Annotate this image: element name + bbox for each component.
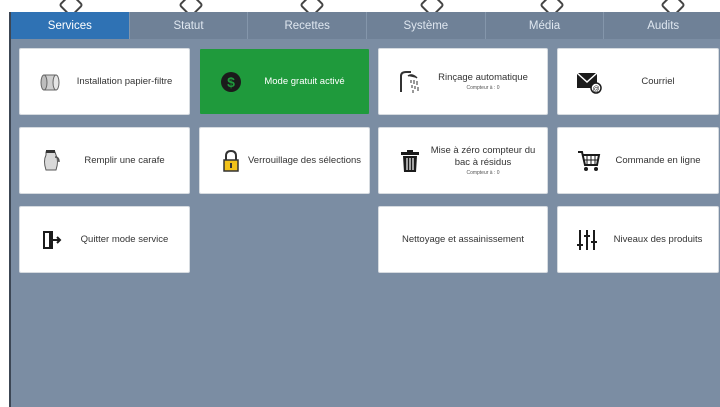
nettoyage-button[interactable]: Nettoyage et assainissement bbox=[379, 207, 547, 272]
tile-label: Nettoyage et assainissement bbox=[402, 233, 524, 245]
tab-media[interactable]: Média bbox=[485, 12, 605, 39]
carafe-icon bbox=[34, 149, 68, 173]
tab-services[interactable]: Services bbox=[11, 12, 130, 39]
verrouillage-button[interactable]: Verrouillage des sélections bbox=[200, 128, 369, 193]
commande-button[interactable]: Commande en ligne bbox=[558, 128, 718, 193]
remplir-carafe-button[interactable]: Remplir une carafe bbox=[20, 128, 189, 193]
device-bezel bbox=[0, 0, 720, 18]
shower-icon bbox=[393, 70, 427, 94]
tab-recettes[interactable]: Recettes bbox=[248, 12, 368, 39]
svg-text:@: @ bbox=[592, 86, 599, 93]
dollar-coin-icon: $ bbox=[214, 71, 248, 93]
counter-text: Compteur à : 0 bbox=[466, 169, 500, 176]
shopping-cart-icon bbox=[572, 150, 606, 172]
tile-label: Remplir une carafe bbox=[84, 154, 165, 166]
tile-label: Installation papier-filtre bbox=[76, 75, 173, 87]
tile-label: Rinçage automatique Compteur à : 0 bbox=[427, 72, 547, 92]
tab-audits[interactable]: Audits bbox=[604, 12, 720, 39]
trash-bin-icon bbox=[393, 149, 427, 173]
exit-door-icon bbox=[34, 229, 68, 251]
tile-label-main: Mise à zéro compteur du bac à résidus bbox=[430, 144, 536, 168]
remise-zero-button[interactable]: Mise à zéro compteur du bac à résidus Co… bbox=[379, 128, 547, 193]
rincage-button[interactable]: Rinçage automatique Compteur à : 0 bbox=[379, 49, 547, 114]
mode-gratuit-button[interactable]: $ Mode gratuit activé bbox=[200, 49, 369, 114]
tile-label: Mode gratuit activé bbox=[264, 75, 345, 87]
tile-label: Mise à zéro compteur du bac à résidus Co… bbox=[427, 145, 547, 177]
tile-label: Niveaux des produits bbox=[613, 233, 703, 245]
installation-filtre-button[interactable]: Installation papier-filtre bbox=[20, 49, 189, 114]
paper-roll-icon bbox=[34, 72, 68, 92]
tab-systeme[interactable]: Système bbox=[367, 12, 486, 39]
courriel-button[interactable]: @ Courriel bbox=[558, 49, 718, 114]
tab-statut[interactable]: Statut bbox=[129, 12, 249, 39]
tile-label: Verrouillage des sélections bbox=[248, 154, 362, 166]
quitter-button[interactable]: Quitter mode service bbox=[20, 207, 189, 272]
niveaux-button[interactable]: Niveaux des produits bbox=[558, 207, 718, 272]
tile-label: Quitter mode service bbox=[80, 233, 169, 245]
tile-label-main: Rinçage automatique bbox=[438, 71, 528, 83]
tile-label: Courriel bbox=[641, 75, 675, 87]
svg-text:$: $ bbox=[227, 74, 235, 90]
email-icon: @ bbox=[572, 70, 606, 94]
padlock-icon bbox=[214, 149, 248, 173]
service-screen: Services Statut Recettes Système Média A… bbox=[9, 12, 720, 407]
tab-bar: Services Statut Recettes Système Média A… bbox=[11, 12, 720, 39]
tile-label: Commande en ligne bbox=[615, 154, 701, 166]
level-sliders-icon bbox=[572, 228, 606, 252]
counter-text: Compteur à : 0 bbox=[466, 84, 500, 91]
